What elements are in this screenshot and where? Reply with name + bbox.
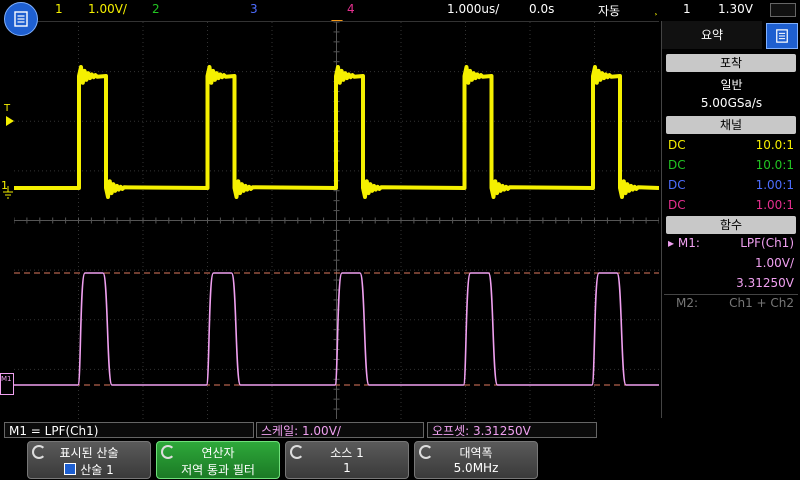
ground-icon <box>3 186 13 199</box>
checkbox-icon <box>64 463 77 475</box>
channel-coupling: DC <box>668 178 686 192</box>
math1-scale-row: 1.00V/ <box>666 254 796 272</box>
softkey-value: 산술 1 <box>80 463 114 477</box>
channel-probe: 10.0:1 <box>755 158 794 172</box>
sample-rate: 5.00GSa/s <box>700 96 763 110</box>
ch2-number[interactable]: 2 <box>152 2 160 16</box>
panel-menu-button[interactable] <box>766 23 798 49</box>
trigger-level-arrow-icon <box>6 116 14 126</box>
softkey-source1[interactable]: 소스 1 1 <box>285 441 409 479</box>
softkey-displayed-math[interactable]: 표시된 산술 산술 1 <box>27 441 151 479</box>
math-marker-label: M1 <box>1 375 12 383</box>
channel-header: 채널 <box>666 116 796 134</box>
acquisition-mode: 일반 <box>720 78 743 92</box>
trigger-level-marker[interactable]: T <box>4 103 10 114</box>
channel-coupling: DC <box>668 158 686 172</box>
timebase[interactable]: 1.000us/ <box>447 2 499 16</box>
math2-label: M2: <box>676 296 699 310</box>
status-indicator <box>770 3 796 17</box>
trigger-edge-icon: ˲ <box>654 2 658 16</box>
top-status-bar: 1 1.00V/ 2 3 4 1.000us/ 0.0s 자동 ˲ 1 1.30… <box>0 0 800 20</box>
channel-row-4: DC 1.00:1 <box>666 196 796 214</box>
waveform-svg <box>14 22 659 419</box>
acquisition-header: 포착 <box>666 54 796 72</box>
channel-probe: 1.00:1 <box>755 198 794 212</box>
channel-row-2: DC 10.0:1 <box>666 156 796 174</box>
channel-coupling: DC <box>668 138 686 152</box>
math1-label: ▸ M1: <box>668 236 700 250</box>
math2-function: Ch1 + Ch2 <box>729 296 794 310</box>
trigger-mode[interactable]: 자동 <box>598 2 620 19</box>
math1-offset-row: 3.31250V <box>666 274 796 292</box>
math1-function: LPF(Ch1) <box>740 236 794 250</box>
channel-probe: 1.00:1 <box>755 178 794 192</box>
math-status-bar: M1 = LPF(Ch1) 스케일: 1.00V/ 오프셋: 3.31250V <box>0 421 800 440</box>
channel-probe: 10.0:1 <box>755 138 794 152</box>
softkey-label: 연산자 <box>201 446 235 460</box>
softkey-value: 1 <box>343 461 351 475</box>
trigger-level[interactable]: 1.30V <box>718 2 753 16</box>
menu-icon <box>776 29 788 43</box>
menu-icon <box>14 11 28 27</box>
waveform-display[interactable] <box>14 21 659 419</box>
trigger-source[interactable]: 1 <box>683 2 691 16</box>
softkey-value-row: 산술 1 <box>28 461 150 478</box>
delay[interactable]: 0.0s <box>529 2 554 16</box>
channel-row-3: DC 1.00:1 <box>666 176 796 194</box>
summary-panel: 요약 포착 일반 5.00GSa/s 채널 DC 10.0:1 DC 10.0:… <box>661 21 800 418</box>
math-ground-marker[interactable]: M1 <box>0 373 14 395</box>
tab-summary[interactable]: 요약 <box>662 21 762 49</box>
ch4-number[interactable]: 4 <box>347 2 355 16</box>
main-menu-button[interactable] <box>4 2 38 36</box>
ch3-number[interactable]: 3 <box>250 2 258 16</box>
math2-row: M2: Ch1 + Ch2 <box>666 294 796 312</box>
softkey-operator[interactable]: 연산자 저역 통과 필터 <box>156 441 280 479</box>
function-header: 함수 <box>666 216 796 234</box>
math1-offset: 3.31250V <box>736 276 794 290</box>
math1-scale: 1.00V/ <box>755 256 794 270</box>
ch1-waveform <box>14 65 659 199</box>
ch1-number[interactable]: 1 <box>55 2 63 16</box>
softkey-bandwidth[interactable]: 대역폭 5.0MHz <box>414 441 538 479</box>
softkey-bar: 표시된 산술 산술 1 연산자 저역 통과 필터 소스 1 1 대역폭 5.0M… <box>0 441 800 480</box>
channel-coupling: DC <box>668 198 686 212</box>
math-definition: M1 = LPF(Ch1) <box>4 422 254 438</box>
softkey-label: 소스 1 <box>330 446 364 460</box>
math-offset-status: 오프셋: 3.31250V <box>427 422 597 438</box>
ch1-scale[interactable]: 1.00V/ <box>88 2 127 16</box>
math1-row: ▸ M1: LPF(Ch1) <box>666 234 796 252</box>
math-scale-status: 스케일: 1.00V/ <box>256 422 424 438</box>
softkey-label: 대역폭 <box>459 446 493 460</box>
softkey-label: 표시된 산술 <box>59 446 119 460</box>
softkey-value: 저역 통과 필터 <box>181 463 255 477</box>
channel-row-1: DC 10.0:1 <box>666 136 796 154</box>
softkey-value: 5.0MHz <box>453 461 499 475</box>
